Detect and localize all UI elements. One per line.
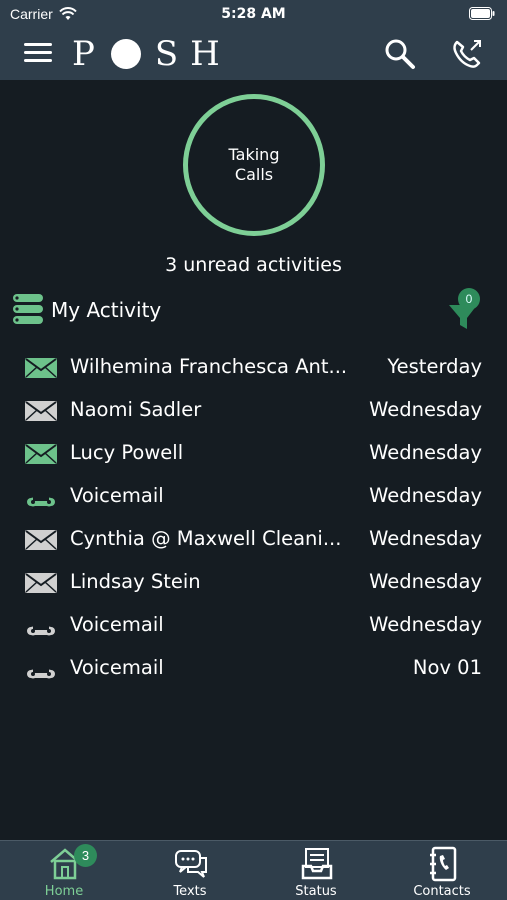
activity-name: Wilhemina Franchesca Ant...: [70, 355, 348, 378]
activity-list-icon: [13, 294, 43, 324]
activity-date: Wednesday: [369, 484, 482, 507]
tab-label: Contacts: [413, 884, 471, 899]
filter-count-badge: 0: [458, 288, 480, 310]
tab-label: Status: [295, 884, 337, 899]
activity-row[interactable]: Wilhemina Franchesca Ant... Yesterday: [0, 346, 507, 389]
activity-date: Wednesday: [369, 570, 482, 593]
tab-label: Texts: [173, 884, 207, 899]
activity-date: Nov 01: [412, 656, 482, 679]
search-icon[interactable]: [382, 36, 418, 72]
envelope-icon: [24, 399, 58, 423]
availability-status-ring[interactable]: Taking Calls: [183, 94, 325, 236]
unread-activities-count: 3 unread activities: [165, 254, 342, 276]
clock: 5:28 AM: [221, 6, 286, 22]
tab-contacts[interactable]: Contacts: [379, 841, 505, 900]
outgoing-call-icon[interactable]: [449, 36, 485, 72]
bottom-tab-bar: Home 3 Texts Status Contacts: [0, 840, 507, 900]
logo-wordmark: P: [72, 34, 107, 74]
activity-date: Wednesday: [369, 441, 482, 464]
contacts-icon: [426, 846, 460, 882]
activity-name: Voicemail: [70, 484, 164, 507]
activity-name: Naomi Sadler: [70, 398, 202, 421]
envelope-icon: [24, 571, 58, 595]
activity-row[interactable]: Voicemail Wednesday: [0, 604, 507, 647]
activity-name: Lucy Powell: [70, 441, 184, 464]
activity-row[interactable]: Voicemail Nov 01: [0, 647, 507, 690]
status-bar: Carrier 5:28 AM: [0, 0, 507, 28]
voicemail-icon: [24, 485, 58, 509]
voicemail-icon: [24, 614, 58, 638]
activity-row[interactable]: Voicemail Wednesday: [0, 475, 507, 518]
envelope-icon: [24, 442, 58, 466]
activity-header: My Activity: [13, 293, 493, 329]
tab-texts[interactable]: Texts: [127, 841, 253, 900]
battery-icon: [469, 7, 495, 20]
activity-date: Wednesday: [369, 613, 482, 636]
activity-row[interactable]: Cynthia @ Maxwell Cleani... Wednesday: [0, 518, 507, 561]
activity-name: Cynthia @ Maxwell Cleani...: [70, 527, 342, 550]
posh-logo: P SH: [72, 34, 232, 74]
home-badge: 3: [74, 844, 97, 867]
envelope-icon: [24, 356, 58, 380]
top-navbar: P SH: [0, 28, 507, 80]
activity-date: Wednesday: [369, 527, 482, 550]
logo-wordmark-end: SH: [154, 34, 232, 74]
logo-dot: [110, 39, 141, 69]
activity-row[interactable]: Naomi Sadler Wednesday: [0, 389, 507, 432]
activity-name: Voicemail: [70, 613, 164, 636]
tab-status[interactable]: Status: [253, 841, 379, 900]
texts-icon: [174, 846, 208, 882]
activity-row[interactable]: Lucy Powell Wednesday: [0, 432, 507, 475]
voicemail-icon: [24, 657, 58, 681]
activity-date: Yesterday: [387, 355, 482, 378]
activity-date: Wednesday: [369, 398, 482, 421]
availability-status-label: Taking Calls: [228, 145, 280, 184]
activity-title: My Activity: [51, 298, 162, 322]
tab-label: Home: [44, 884, 84, 899]
tab-home[interactable]: Home 3: [1, 841, 127, 900]
activity-row[interactable]: Lindsay Stein Wednesday: [0, 561, 507, 604]
activity-list: Wilhemina Franchesca Ant... Yesterday Na…: [0, 346, 507, 690]
hamburger-menu-icon[interactable]: [24, 40, 54, 66]
activity-name: Voicemail: [70, 656, 164, 679]
status-icon: [300, 846, 334, 882]
activity-name: Lindsay Stein: [70, 570, 201, 593]
envelope-icon: [24, 528, 58, 552]
